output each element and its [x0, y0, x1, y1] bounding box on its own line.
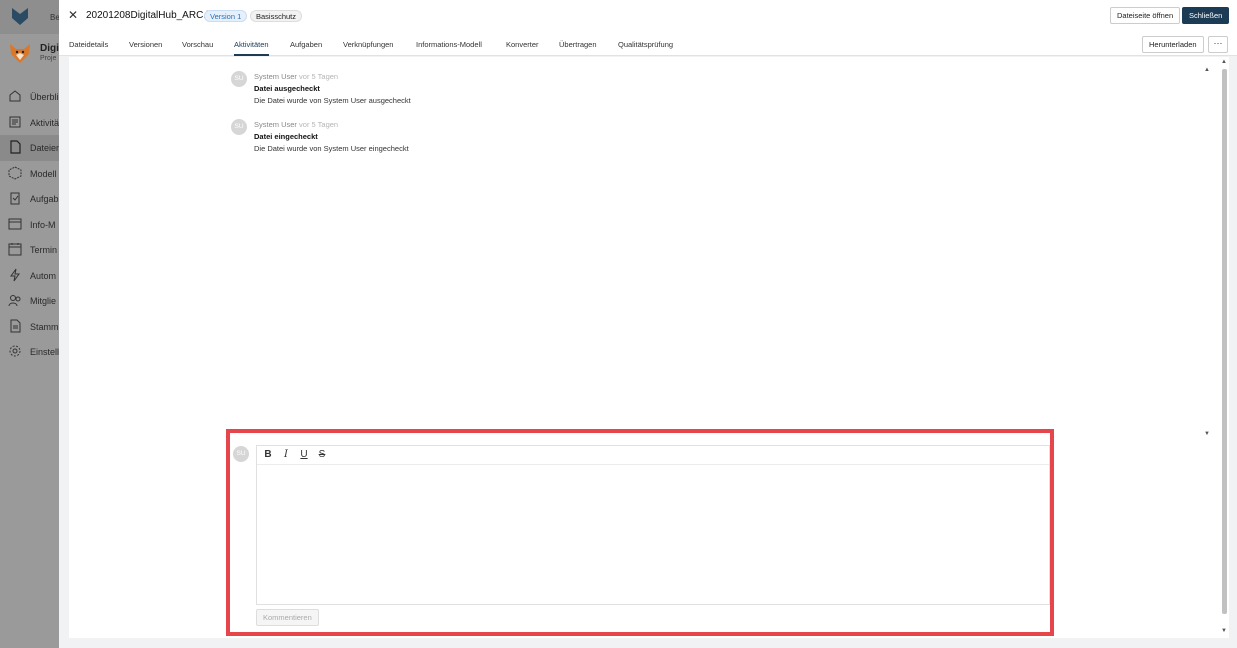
sidebar-item-tasks[interactable]: Aufgab: [0, 186, 60, 212]
tab-activities[interactable]: Aktivitäten: [234, 40, 269, 56]
gear-icon: [9, 345, 21, 357]
download-button[interactable]: Herunterladen: [1142, 36, 1204, 53]
scrollbar[interactable]: [1219, 57, 1229, 638]
background-project-name: Digi: [40, 43, 59, 54]
activity-description: Die Datei wurde von System User ausgeche…: [254, 96, 411, 105]
activity-item: SU System User vor 5 Tagen Datei eingech…: [231, 119, 631, 159]
sidebar-item-label: Info-M: [30, 219, 56, 230]
activity-description: Die Datei wurde von System User eingeche…: [254, 144, 409, 153]
sidebar-item-automation[interactable]: Autom: [0, 263, 60, 289]
sidebar-item-model[interactable]: Modell: [0, 161, 60, 187]
app-logo-icon: [12, 8, 28, 25]
tab-tasks[interactable]: Aufgaben: [290, 40, 322, 56]
activity-time: vor 5 Tagen: [299, 120, 339, 129]
activity-title: Datei ausgecheckt: [254, 84, 320, 93]
activity-title: Datei eingecheckt: [254, 132, 318, 141]
tab-bar: Dateidetails Versionen Vorschau Aktivitä…: [59, 34, 1237, 56]
sidebar-item-members[interactable]: Mitglie: [0, 288, 60, 314]
tab-transfer[interactable]: Übertragen: [559, 40, 597, 56]
home-icon: [9, 90, 21, 102]
tab-information-model[interactable]: Informations-Modell: [416, 40, 482, 56]
protection-badge[interactable]: Basisschutz: [250, 10, 303, 22]
model-icon: [8, 165, 22, 180]
activity-time: vor 5 Tagen: [299, 72, 339, 81]
activity-item: SU System User vor 5 Tagen Datei ausgech…: [231, 71, 631, 111]
sidebar-item-masterdata[interactable]: Stamm: [0, 314, 60, 340]
scroll-up-icon[interactable]: ▲: [1219, 59, 1229, 65]
close-button[interactable]: Schließen: [1182, 7, 1230, 24]
sidebar-item-label: Aktivitä: [30, 117, 60, 128]
scrollbar-thumb[interactable]: [1222, 69, 1227, 614]
sidebar-item-label: Autom: [30, 270, 57, 281]
sidebar-item-label: Modell: [30, 168, 57, 179]
masterdata-icon: [10, 319, 21, 332]
sidebar-item-label: Termin: [30, 245, 58, 255]
sidebar-item-label: Dateien: [30, 143, 62, 153]
inner-scroll-up-icon[interactable]: ▲: [1204, 67, 1210, 73]
activity-meta: System User vor 5 Tagen: [254, 72, 338, 81]
tab-quality-check[interactable]: Qualitätsprüfung: [618, 40, 673, 56]
scroll-down-icon[interactable]: ▼: [1219, 628, 1229, 634]
sidebar-item-overview[interactable]: Überbli: [0, 84, 60, 110]
background-project: Digi Proje: [7, 40, 67, 66]
sidebar-item-activities[interactable]: Aktivitä: [0, 110, 60, 136]
highlight-frame: [226, 429, 1054, 636]
sidebar-item-files[interactable]: Dateien: [0, 135, 62, 161]
background-project-sub: Proje: [40, 55, 57, 62]
sidebar-item-calendar[interactable]: Termin: [0, 237, 60, 263]
sidebar-item-label: Mitglie: [30, 296, 57, 306]
file-title: 20201208DigitalHub_ARC.ifc: [86, 10, 217, 21]
tab-file-details[interactable]: Dateidetails: [69, 40, 108, 56]
members-icon: [8, 295, 21, 307]
sidebar-item-settings[interactable]: Einstell: [0, 339, 60, 365]
activity-icon: [9, 116, 21, 127]
activity-user: System User: [254, 72, 297, 81]
inner-scroll-down-icon[interactable]: ▼: [1204, 431, 1210, 437]
tab-preview[interactable]: Vorschau: [182, 40, 213, 56]
open-file-page-button[interactable]: Dateiseite öffnen: [1110, 7, 1181, 24]
calendar-icon: [8, 243, 22, 256]
tab-links[interactable]: Verknüpfungen: [343, 40, 393, 56]
file-icon: [10, 140, 21, 154]
sidebar-item-label: Einstell: [30, 347, 60, 357]
avatar: SU: [231, 119, 247, 135]
background-sidebar: Überbli Aktivitä Dateien Modell Aufgab I…: [0, 84, 62, 365]
sidebar-item-label: Überbli: [30, 92, 59, 102]
close-icon[interactable]: ✕: [68, 8, 80, 22]
task-icon: [10, 192, 20, 205]
info-model-icon: [8, 218, 22, 229]
tab-versions[interactable]: Versionen: [129, 40, 162, 56]
activity-meta: System User vor 5 Tagen: [254, 120, 338, 129]
activity-user: System User: [254, 120, 297, 129]
sidebar-item-label: Aufgab: [30, 194, 59, 204]
tab-converter[interactable]: Konverter: [506, 40, 539, 56]
sidebar-item-info-model[interactable]: Info-M: [0, 212, 60, 238]
fox-logo-icon: [10, 44, 30, 63]
sidebar-item-label: Stamm: [30, 321, 59, 332]
version-badge[interactable]: Version 1: [204, 10, 248, 22]
lightning-icon: [10, 268, 20, 281]
avatar: SU: [231, 71, 247, 87]
more-options-button[interactable]: ···: [1208, 36, 1228, 53]
modal-header: ✕ 20201208DigitalHub_ARC.ifc Version 1 B…: [59, 0, 1237, 34]
